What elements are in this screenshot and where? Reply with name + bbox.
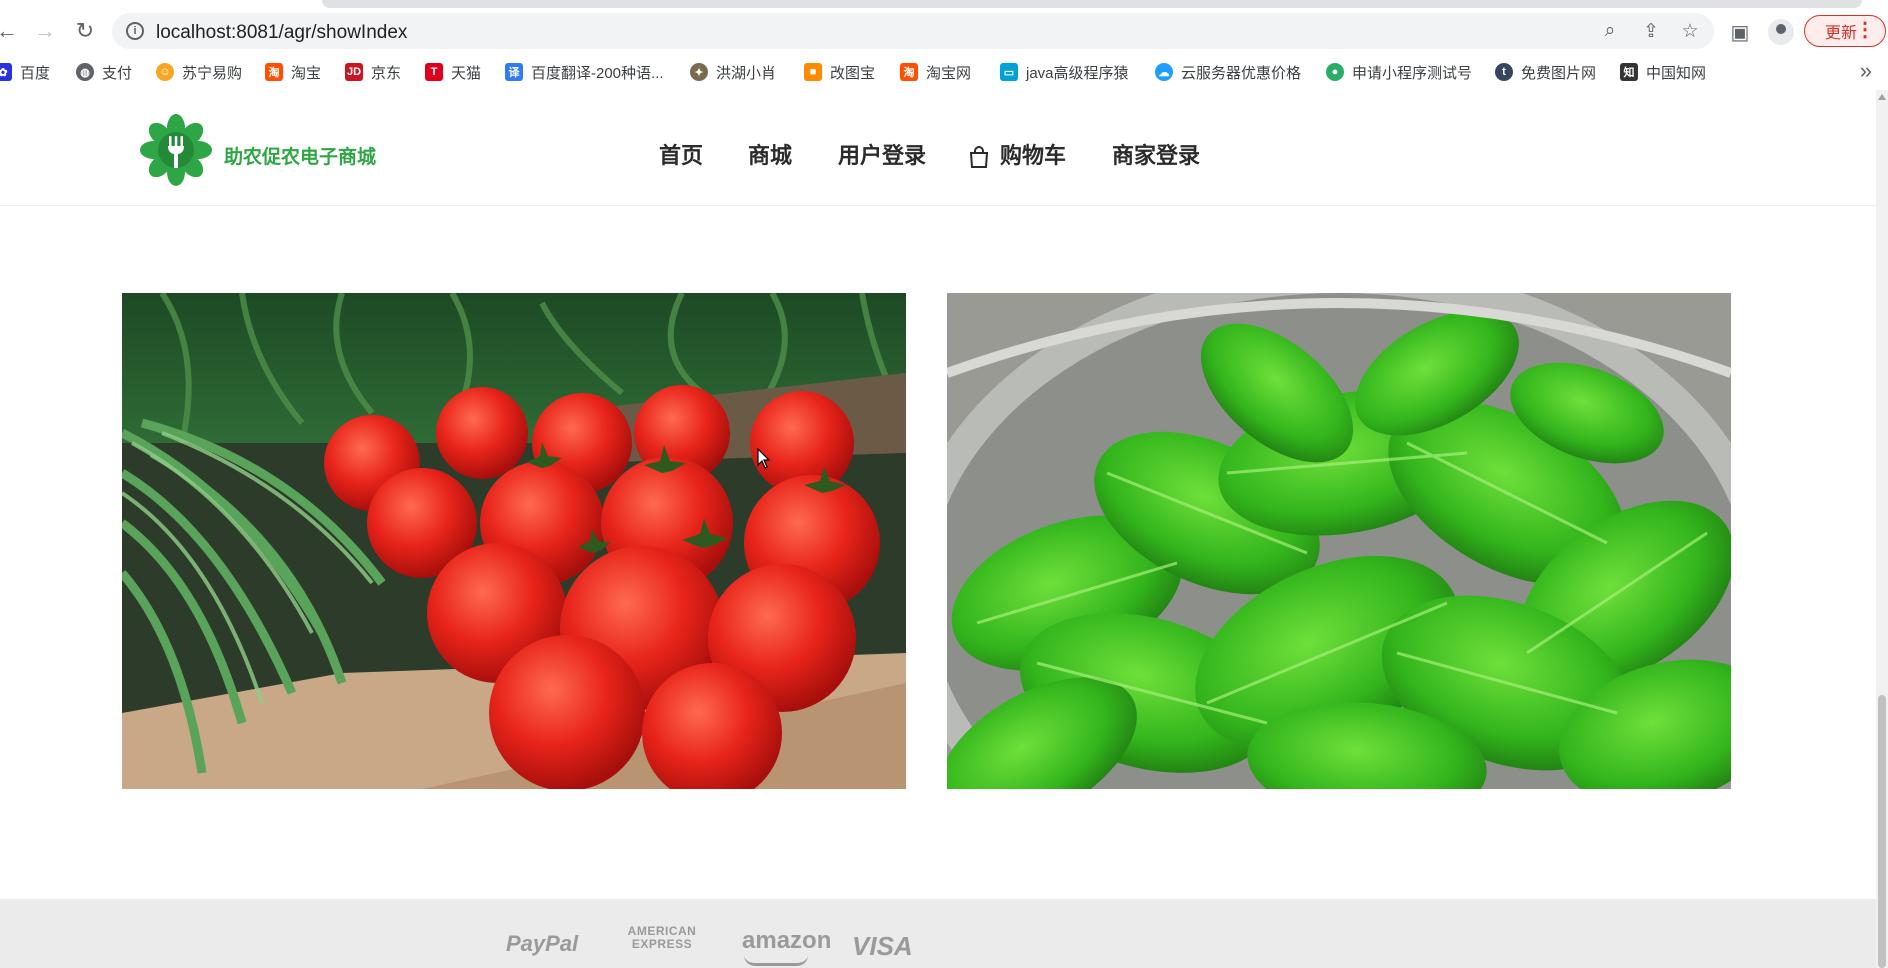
spinach-image[interactable] <box>947 293 1731 789</box>
visa-logo: VISA <box>852 931 913 961</box>
shopping-bag-icon <box>969 146 989 169</box>
tab-strip <box>0 0 1888 8</box>
update-button[interactable]: 更新 ⋮ <box>1804 15 1886 47</box>
more-menu-icon[interactable]: ⋮ <box>1855 20 1875 40</box>
bookmark-item[interactable]: t 免费图片网 <box>1495 61 1596 83</box>
nav-home[interactable]: 首页 <box>659 138 703 170</box>
footer: PayPal AMERICAN EXPRESS amazon VISA <box>0 899 1876 968</box>
taobao-icon: 淘 <box>900 63 918 81</box>
globe-icon: ◍ <box>76 63 94 81</box>
bookmark-item[interactable]: ☁ 云服务器优惠价格 <box>1155 61 1301 83</box>
bookmark-item[interactable]: ☺ 苏宁易购 <box>156 61 242 83</box>
mouse-cursor-icon <box>757 448 771 469</box>
bookmark-item[interactable]: T 天猫 <box>425 61 481 83</box>
tmall-icon: T <box>425 63 443 81</box>
wechat-icon: ● <box>1326 63 1344 81</box>
reload-icon[interactable]: ↻ <box>70 16 100 46</box>
bookmark-star-icon[interactable]: ☆ <box>1678 19 1702 43</box>
bookmark-item[interactable]: 译百度翻译-200种语... <box>505 61 664 83</box>
suning-icon: ☺ <box>156 63 174 81</box>
nav-user-login[interactable]: 用户登录 <box>838 138 926 170</box>
nav-cart[interactable]: 购物车 <box>968 138 1066 170</box>
bookmark-item[interactable]: 淘淘宝网 <box>900 61 971 83</box>
brand-name[interactable]: 助农促农电子商城 <box>224 142 376 169</box>
baidu-icon: ✿ <box>0 63 12 81</box>
amazon-logo: amazon <box>742 927 831 966</box>
amex-logo: AMERICAN EXPRESS <box>627 924 697 951</box>
jd-icon: JD <box>345 63 363 81</box>
profile-avatar[interactable] <box>1768 19 1794 45</box>
bookmark-item[interactable]: 知中国知网 <box>1620 61 1706 83</box>
address-bar[interactable]: i localhost:8081/agr/showIndex ⌕ ⇪ ☆ <box>112 13 1714 49</box>
nav-mall[interactable]: 商城 <box>748 138 792 170</box>
bird-icon: ✦ <box>690 63 708 81</box>
share-icon[interactable]: ⇪ <box>1639 19 1663 43</box>
bookmark-item[interactable]: JD 京东 <box>345 61 401 83</box>
forward-icon[interactable]: → <box>30 16 60 46</box>
cnki-icon: 知 <box>1620 63 1638 81</box>
scrollbar-thumb[interactable] <box>1878 695 1886 968</box>
back-icon[interactable]: ← <box>0 16 22 46</box>
bookmark-item[interactable]: ◍ 支付 <box>76 61 132 83</box>
page-scrollbar[interactable] <box>1876 90 1888 968</box>
scroll-up-icon[interactable] <box>1878 94 1886 100</box>
paypal-logo: PayPal <box>506 931 579 956</box>
browser-toolbar: ← → ↻ i localhost:8081/agr/showIndex ⌕ ⇪… <box>0 8 1888 54</box>
gaitubao-icon: ■ <box>804 63 822 81</box>
bookmark-item[interactable]: ■ 改图宝 <box>804 61 875 83</box>
cloud-icon: ☁ <box>1155 63 1173 81</box>
bookmark-item[interactable]: ✿ 百度 <box>0 61 50 83</box>
web-page: 助农促农电子商城 首页 商城 用户登录 购物车 商家登录 PayPal AMER… <box>0 90 1876 968</box>
site-header: 助农促农电子商城 首页 商城 用户登录 购物车 商家登录 <box>0 90 1876 206</box>
bilibili-icon: ▭ <box>1000 63 1018 81</box>
translate-icon: 译 <box>505 63 523 81</box>
zoom-icon[interactable]: ⌕ <box>1598 19 1622 43</box>
bookmark-item[interactable]: ▭ java高级程序猿 <box>1000 61 1129 83</box>
bookmark-item[interactable]: ● 申请小程序测试号 <box>1326 61 1472 83</box>
url-text[interactable]: localhost:8081/agr/showIndex <box>156 22 407 44</box>
nav-merchant-login[interactable]: 商家登录 <box>1112 138 1200 170</box>
taobao-icon: 淘 <box>265 63 283 81</box>
bookmarks-bar: ✿ 百度 ◍ 支付 ☺ 苏宁易购 淘淘宝 JD 京东 T 天猫 译百度翻译-200种语..… <box>0 54 1888 90</box>
tumblr-icon: t <box>1495 63 1513 81</box>
logo-icon[interactable] <box>140 114 212 186</box>
update-label: 更新 <box>1825 25 1858 42</box>
side-panel-icon[interactable]: ▣ <box>1728 20 1752 44</box>
tomatoes-image[interactable] <box>122 293 906 789</box>
site-info-icon[interactable]: i <box>126 22 144 40</box>
bookmark-item[interactable]: ✦ 洪湖小肖 <box>690 61 776 83</box>
bookmarks-overflow-icon[interactable]: » <box>1860 58 1872 84</box>
bookmark-item[interactable]: 淘淘宝 <box>265 61 321 83</box>
